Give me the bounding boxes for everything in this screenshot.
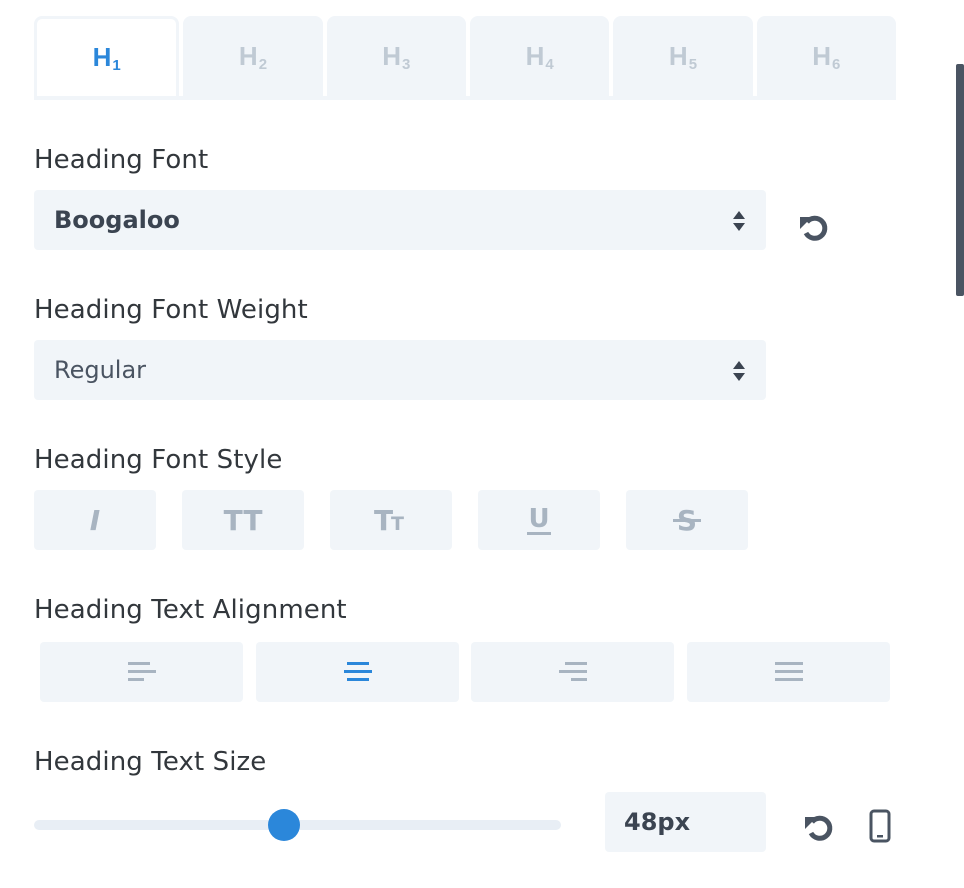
svg-text:U: U xyxy=(528,504,549,534)
align-right-button[interactable] xyxy=(471,642,674,702)
text-size-input[interactable] xyxy=(605,792,766,852)
heading-font-select[interactable]: Boogaloo xyxy=(34,190,766,250)
uppercase-button[interactable]: TT xyxy=(182,490,304,550)
strikethrough-button[interactable]: S xyxy=(626,490,748,550)
tab-h2[interactable]: H2 xyxy=(183,16,323,96)
tab-h6-label: H6 xyxy=(812,40,841,73)
align-left-button[interactable] xyxy=(40,642,243,702)
tab-h5-label: H5 xyxy=(668,40,698,73)
tab-h5[interactable]: H5 xyxy=(613,16,753,96)
align-center-button[interactable] xyxy=(256,642,459,702)
underline-button[interactable]: U xyxy=(478,490,600,550)
align-justify-icon xyxy=(774,662,803,681)
italic-button[interactable]: I xyxy=(34,490,156,550)
text-size-slider-thumb[interactable] xyxy=(268,809,301,841)
heading-font-weight-label: Heading Font Weight xyxy=(34,295,308,325)
tab-h1-label: H1 xyxy=(92,42,121,74)
heading-font-label: Heading Font xyxy=(34,145,209,175)
strikethrough-icon: S xyxy=(673,504,701,537)
select-arrows-icon xyxy=(733,361,745,381)
reset-icon xyxy=(805,815,833,841)
align-right-icon xyxy=(558,662,587,681)
align-left-icon xyxy=(127,662,156,681)
svg-text:T: T xyxy=(391,513,404,535)
italic-icon: I xyxy=(90,505,100,535)
heading-level-tabs: H1 H2 H3 H4 H5 H6 xyxy=(34,16,896,100)
responsive-toggle-button[interactable] xyxy=(862,808,898,844)
small-caps-button[interactable]: T T xyxy=(330,490,452,550)
heading-font-weight-select[interactable]: Regular xyxy=(34,340,766,400)
reset-icon xyxy=(800,215,828,241)
tab-h3-label: H3 xyxy=(382,40,411,73)
uppercase-icon: TT xyxy=(224,505,263,535)
small-caps-icon: T T xyxy=(374,505,404,535)
tab-h2-label: H2 xyxy=(238,40,268,73)
tab-h6[interactable]: H6 xyxy=(756,16,896,96)
heading-text-size-label: Heading Text Size xyxy=(34,747,267,777)
svg-text:I: I xyxy=(90,505,100,535)
select-arrows-icon xyxy=(733,211,745,231)
heading-font-style-label: Heading Font Style xyxy=(34,445,283,475)
tab-h1[interactable]: H1 xyxy=(34,16,180,96)
heading-font-value: Boogaloo xyxy=(54,206,180,234)
svg-text:TT: TT xyxy=(224,505,263,535)
heading-font-weight-value: Regular xyxy=(54,356,147,384)
heading-text-alignment-label: Heading Text Alignment xyxy=(34,595,347,625)
align-center-icon xyxy=(343,662,372,681)
reset-size-button[interactable] xyxy=(802,810,838,846)
underline-icon: U xyxy=(527,504,551,535)
tab-h3[interactable]: H3 xyxy=(326,16,466,96)
tab-h4-label: H4 xyxy=(525,40,554,73)
tab-h4[interactable]: H4 xyxy=(469,16,610,96)
mobile-device-icon xyxy=(869,809,891,843)
scrollbar-thumb[interactable] xyxy=(956,64,964,296)
reset-font-button[interactable] xyxy=(797,210,833,246)
align-justify-button[interactable] xyxy=(687,642,890,702)
